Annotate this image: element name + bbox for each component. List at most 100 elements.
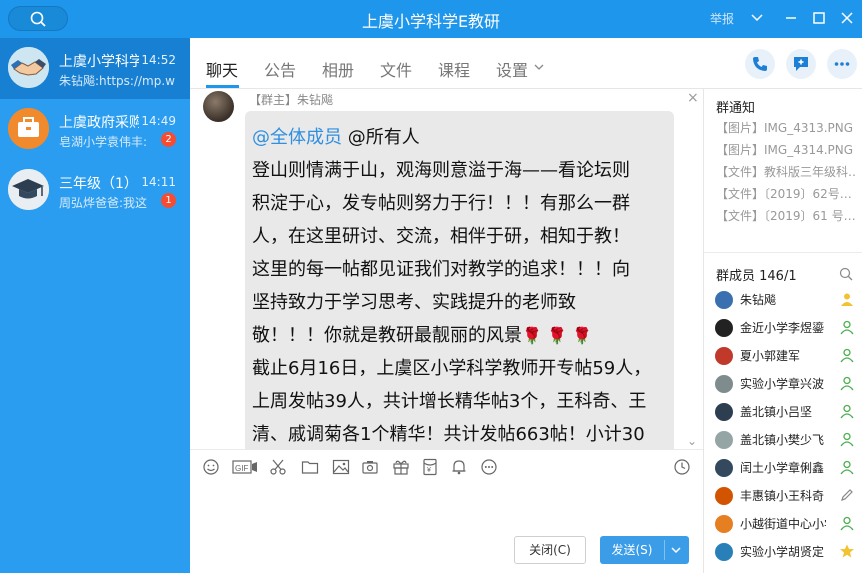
conversation-item[interactable]: 上虞政府采购 14:49 皂湖小学袁伟丰: 2 bbox=[0, 99, 190, 160]
search-button[interactable] bbox=[8, 6, 68, 31]
red-packet-button[interactable]: ¥ bbox=[421, 458, 439, 476]
star-icon bbox=[840, 544, 854, 558]
image-icon bbox=[332, 459, 350, 475]
member-avatar bbox=[715, 515, 733, 533]
member-item[interactable]: 丰惠镇小王科奇 bbox=[715, 485, 862, 507]
conversation-item[interactable]: 三年级（1） 14:11 周弘烨爸爸:我这 1 bbox=[0, 160, 190, 221]
notice-item[interactable]: 【文件】〔2019〕61 号… bbox=[716, 207, 856, 224]
member-item[interactable]: 朱钻飚 bbox=[715, 289, 862, 311]
history-button[interactable] bbox=[673, 458, 691, 476]
member-item[interactable]: 夏小郭建军 bbox=[715, 345, 862, 367]
more-tools-button[interactable] bbox=[480, 458, 498, 476]
minimize-icon bbox=[786, 17, 796, 19]
tab-courses[interactable]: 课程 bbox=[438, 57, 470, 81]
notice-item[interactable]: 【文件】教科版三年级科… bbox=[716, 163, 856, 180]
member-role-badge bbox=[839, 459, 855, 479]
tab-settings[interactable]: 设置 bbox=[496, 57, 528, 81]
image-button[interactable] bbox=[332, 458, 350, 476]
gift-icon bbox=[393, 460, 409, 475]
camera-icon bbox=[362, 461, 378, 474]
close-icon[interactable]: × bbox=[687, 90, 699, 106]
close-window-button[interactable] bbox=[838, 9, 856, 27]
member-avatar bbox=[715, 459, 733, 477]
message-line: 登山则情满于山，观海则意溢于海——看论坛则 bbox=[252, 160, 630, 181]
member-item[interactable]: 盖北镇小樊少飞 bbox=[715, 429, 862, 451]
admin-icon bbox=[840, 348, 854, 363]
member-role-badge bbox=[839, 375, 855, 395]
member-avatar bbox=[715, 347, 733, 365]
notice-item[interactable]: 【图片】IMG_4313.PNG bbox=[716, 119, 856, 136]
member-name: 实验小学胡贤定 bbox=[740, 545, 825, 559]
admin-icon bbox=[840, 404, 854, 419]
emoji-button[interactable] bbox=[202, 458, 220, 476]
chat-plus-icon bbox=[794, 57, 808, 71]
message-line: 敬！！！你就是教研最靓丽的风景🌹 🌹 🌹 bbox=[252, 319, 664, 352]
notice-item[interactable]: 【文件】〔2019〕62号… bbox=[716, 185, 856, 202]
screenshot-button[interactable] bbox=[269, 458, 287, 476]
admin-icon bbox=[840, 376, 854, 391]
scissors-icon bbox=[270, 459, 286, 475]
member-item[interactable]: 小越街道中心小学章 bbox=[715, 513, 862, 535]
send-divider bbox=[664, 540, 665, 560]
member-name: 盖北镇小吕坚 bbox=[740, 405, 813, 419]
main-panel: 聊天 公告 相册 文件 课程 设置 【群主】朱钻飚 × @全体成员 @所有人 登… bbox=[190, 38, 862, 573]
member-item[interactable]: 盖北镇小吕坚 bbox=[715, 401, 862, 423]
minimize-button[interactable] bbox=[782, 9, 800, 27]
member-role-badge bbox=[839, 319, 855, 339]
message-area: 【群主】朱钻飚 × @全体成员 @所有人 登山则情满于山，观海则意溢于海——看论… bbox=[190, 89, 703, 449]
notice-item[interactable]: 【图片】IMG_4314.PNG bbox=[716, 141, 856, 158]
member-role-badge bbox=[839, 431, 855, 451]
notification-button[interactable] bbox=[450, 458, 468, 476]
conversation-name: 三年级（1） bbox=[59, 176, 138, 192]
message-line: 人，在这里研讨、交流，相伴于研，相知于教！ bbox=[252, 226, 630, 247]
dropdown-button[interactable] bbox=[748, 9, 766, 27]
member-item[interactable]: 闰土小学章俐鑫 bbox=[715, 457, 862, 479]
more-icon bbox=[834, 62, 850, 66]
gif-button[interactable]: GIF bbox=[232, 458, 258, 476]
member-item[interactable]: 金近小学李煜鎏 bbox=[715, 317, 862, 339]
edit-icon bbox=[841, 489, 853, 501]
title-bar: 上虞小学科学E教研 举报 bbox=[0, 0, 862, 38]
member-item[interactable]: 实验小学胡贤定 bbox=[715, 541, 862, 563]
report-link[interactable]: 举报 bbox=[710, 10, 734, 27]
member-role-badge bbox=[839, 487, 855, 507]
close-button[interactable]: 关闭(C) bbox=[514, 536, 586, 564]
mention-all[interactable]: @全体成员 bbox=[252, 127, 342, 148]
handshake-icon bbox=[8, 47, 49, 88]
member-role-badge bbox=[839, 543, 855, 563]
search-icon[interactable] bbox=[839, 267, 853, 281]
voice-call-button[interactable] bbox=[745, 49, 775, 79]
conversation-time: 14:52 bbox=[141, 53, 176, 67]
member-role-badge bbox=[839, 515, 855, 535]
member-name: 丰惠镇小王科奇 bbox=[740, 489, 825, 503]
camera-button[interactable] bbox=[361, 458, 379, 476]
search-icon bbox=[30, 11, 46, 27]
member-name: 朱钻飚 bbox=[740, 293, 777, 307]
message-button[interactable] bbox=[786, 49, 816, 79]
member-role-badge bbox=[839, 347, 855, 367]
folder-icon bbox=[301, 461, 319, 474]
clock-icon bbox=[674, 459, 690, 475]
gift-button[interactable] bbox=[392, 458, 410, 476]
message-line-text: @所有人 bbox=[347, 127, 420, 148]
chevron-down-icon bbox=[751, 14, 763, 22]
unread-badge: 1 bbox=[161, 193, 176, 208]
more-button[interactable] bbox=[827, 49, 857, 79]
conversation-item[interactable]: 上虞小学科学 14:52 朱钻飚:https://mp.w bbox=[0, 38, 190, 99]
owner-icon bbox=[841, 293, 853, 306]
message-line: 坚持致力于学习思考、实践提升的老师致 bbox=[252, 292, 576, 313]
conversation-list: 上虞小学科学 14:52 朱钻飚:https://mp.w 上虞政府采购 14:… bbox=[0, 38, 190, 573]
message-line: 上周发帖39人，共计增长精华帖3个，王科奇、王 bbox=[252, 391, 647, 412]
tab-album[interactable]: 相册 bbox=[322, 57, 354, 81]
folder-button[interactable] bbox=[301, 458, 319, 476]
admin-icon bbox=[840, 460, 854, 475]
tab-files[interactable]: 文件 bbox=[380, 57, 412, 81]
tab-announcements[interactable]: 公告 bbox=[264, 57, 296, 81]
send-button[interactable]: 发送(S) bbox=[600, 536, 689, 564]
member-item[interactable]: 实验小学章兴波 bbox=[715, 373, 862, 395]
chevron-down-icon[interactable] bbox=[670, 544, 682, 556]
maximize-button[interactable] bbox=[810, 9, 828, 27]
scroll-bottom-icon[interactable]: ⌄ bbox=[687, 434, 697, 448]
tab-chat[interactable]: 聊天 bbox=[206, 57, 238, 81]
sender-avatar[interactable] bbox=[203, 91, 234, 122]
